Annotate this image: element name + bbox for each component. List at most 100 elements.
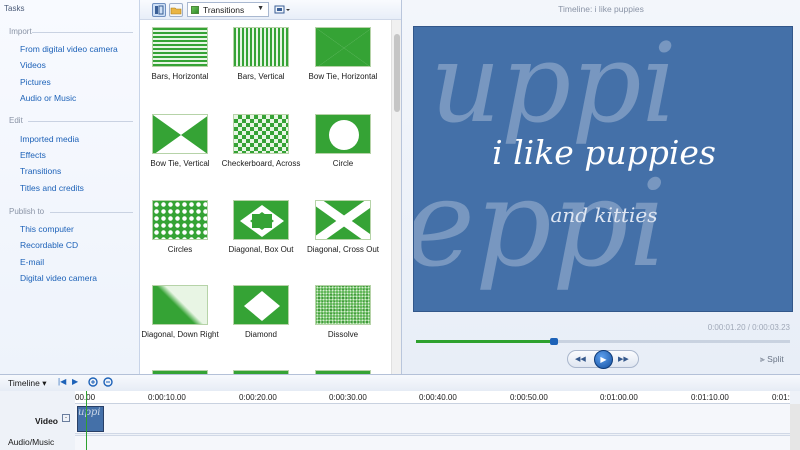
- timeline-view-menu[interactable]: Timeline ▾: [8, 378, 46, 389]
- ruler-tick-label: 0:01:20.00: [772, 393, 790, 402]
- ruler-tick-label: 0:00:20.00: [239, 393, 277, 402]
- show-tasks-icon[interactable]: [152, 3, 166, 17]
- transition-thumbnail: [152, 200, 208, 240]
- ruler-tick-label: 0:00:50.00: [510, 393, 548, 402]
- transition-label: Diamond: [244, 330, 277, 339]
- play-icon: ▶: [600, 355, 607, 364]
- seek-bar[interactable]: [416, 338, 790, 345]
- collections-folder-icon[interactable]: [169, 3, 183, 17]
- view-options-icon[interactable]: [274, 4, 292, 16]
- transition-thumbnail: [233, 114, 289, 154]
- transition-tile[interactable]: Dissolve: [303, 285, 383, 340]
- section-edit-header: Edit: [9, 116, 23, 125]
- ruler-tick-label: 0:00:40.00: [419, 393, 457, 402]
- link-imported-media[interactable]: Imported media: [20, 134, 79, 144]
- zoom-in-icon[interactable]: [88, 377, 99, 390]
- transitions-icon: [191, 6, 199, 14]
- ruler-tick-label: 0:00:10.00: [148, 393, 186, 402]
- chevron-down-icon: ▼: [257, 5, 264, 12]
- transition-tile[interactable]: Checkerboard, Across: [221, 114, 301, 169]
- transition-label: Bow Tie, Horizontal: [308, 72, 378, 81]
- link-e-mail[interactable]: E-mail: [20, 257, 44, 267]
- transition-tile[interactable]: Circle: [303, 114, 383, 169]
- section-divider: [50, 212, 133, 213]
- video-clip[interactable]: uppi: [77, 406, 104, 432]
- link-digital-video-camera[interactable]: Digital video camera: [20, 273, 97, 283]
- transition-label: Circles: [167, 245, 193, 254]
- tasks-title: Tasks: [4, 4, 25, 13]
- track-headers: Video - Audio/Music: [0, 404, 75, 450]
- transition-tile[interactable]: Diagonal, Down Right: [140, 285, 220, 340]
- transition-tile[interactable]: Bars, Horizontal: [140, 27, 220, 82]
- section-divider: [28, 121, 133, 122]
- collection-dropdown-value: Transitions: [203, 5, 245, 15]
- ruler-tick-label: 0:00:30.00: [329, 393, 367, 402]
- play-button[interactable]: ▶: [594, 350, 613, 369]
- transition-tile[interactable]: Diagonal, Box Out: [221, 200, 301, 255]
- link-recordable-cd[interactable]: Recordable CD: [20, 240, 78, 250]
- transition-tile[interactable]: Bow Tie, Vertical: [140, 114, 220, 169]
- video-track[interactable]: uppi: [75, 404, 790, 434]
- timeline-pane: Timeline ▾ |◀ ▶ 00.00 0:00:10.00 0:00:20…: [0, 374, 800, 450]
- collection-dropdown[interactable]: Transitions ▼: [187, 2, 269, 17]
- collection-scrollbar[interactable]: [391, 20, 401, 374]
- transition-label: Bow Tie, Vertical: [150, 159, 210, 168]
- seek-bar-fill: [416, 340, 555, 343]
- transition-label: Bars, Horizontal: [151, 72, 209, 81]
- transition-tile[interactable]: Circles: [140, 200, 220, 255]
- transition-thumbnail: [315, 200, 371, 240]
- transition-label: Circle: [332, 159, 354, 168]
- section-divider: [32, 32, 133, 33]
- link-videos[interactable]: Videos: [20, 60, 46, 70]
- preview-title: Timeline: i like puppies: [558, 4, 644, 14]
- section-publish-header: Publish to: [9, 207, 45, 216]
- playhead[interactable]: [86, 391, 87, 450]
- play-timeline-icon[interactable]: ▶: [72, 377, 78, 386]
- rewind-icon[interactable]: ◀◀: [575, 355, 586, 363]
- rewind-timeline-icon[interactable]: |◀: [58, 377, 66, 386]
- time-readout: 0:00:01.20 / 0:00:03.23: [707, 323, 790, 332]
- section-import-header: Import: [9, 27, 32, 36]
- link-transitions[interactable]: Transitions: [20, 166, 61, 176]
- transition-label: Diagonal, Box Out: [228, 245, 294, 254]
- video-track-label: Video: [35, 416, 58, 426]
- split-label: Split: [767, 354, 784, 364]
- transition-thumbnail: [315, 114, 371, 154]
- transition-label: Diagonal, Down Right: [141, 330, 219, 339]
- transition-tile[interactable]: Bow Tie, Horizontal: [303, 27, 383, 82]
- expand-track-icon[interactable]: -: [62, 414, 70, 422]
- link-audio-or-music[interactable]: Audio or Music: [20, 93, 76, 103]
- transition-tile[interactable]: Diamond: [221, 285, 301, 340]
- transition-tile[interactable]: Diagonal, Cross Out: [303, 200, 383, 255]
- watermark-text: uppi: [430, 26, 677, 147]
- audio-track[interactable]: [75, 435, 790, 450]
- timeline-label: Timeline: [8, 378, 40, 388]
- link-pictures[interactable]: Pictures: [20, 77, 51, 87]
- preview-monitor: uppi eppi i like puppies and kitties: [413, 26, 793, 312]
- zoom-out-icon[interactable]: [103, 377, 114, 390]
- transition-thumbnail: [233, 27, 289, 67]
- collection-toolbar: Transitions ▼: [140, 0, 401, 20]
- timeline-ruler[interactable]: 00.00 0:00:10.00 0:00:20.00 0:00:30.00 0…: [75, 391, 790, 404]
- tasks-pane: Tasks Import From digital video camera V…: [0, 0, 140, 374]
- transition-thumbnail: [233, 285, 289, 325]
- ruler-tick-label: 0:01:00.00: [600, 393, 638, 402]
- transition-label: Dissolve: [327, 330, 359, 339]
- split-button[interactable]: ⫸ Split: [760, 354, 784, 365]
- transition-label: Diagonal, Cross Out: [306, 245, 380, 254]
- timeline-scrollbar[interactable]: [790, 404, 800, 450]
- fast-forward-icon[interactable]: ▶▶: [618, 355, 629, 363]
- transition-tile[interactable]: Bars, Vertical: [221, 27, 301, 82]
- link-from-digital-video-camera[interactable]: From digital video camera: [20, 44, 118, 54]
- playback-controls: ◀◀ ▶ ▶▶: [567, 350, 639, 369]
- collection-pane: Transitions ▼ Bars, Horizontal Bars, Ver…: [140, 0, 402, 374]
- link-effects[interactable]: Effects: [20, 150, 46, 160]
- link-titles-and-credits[interactable]: Titles and credits: [20, 183, 84, 193]
- split-icon: ⫸: [760, 354, 765, 364]
- scrollbar-thumb[interactable]: [394, 34, 400, 112]
- transition-thumbnail: [315, 27, 371, 67]
- link-this-computer[interactable]: This computer: [20, 224, 74, 234]
- seek-bar-knob[interactable]: [550, 338, 559, 345]
- transition-thumbnail: [315, 285, 371, 325]
- audio-track-label: Audio/Music: [8, 437, 55, 447]
